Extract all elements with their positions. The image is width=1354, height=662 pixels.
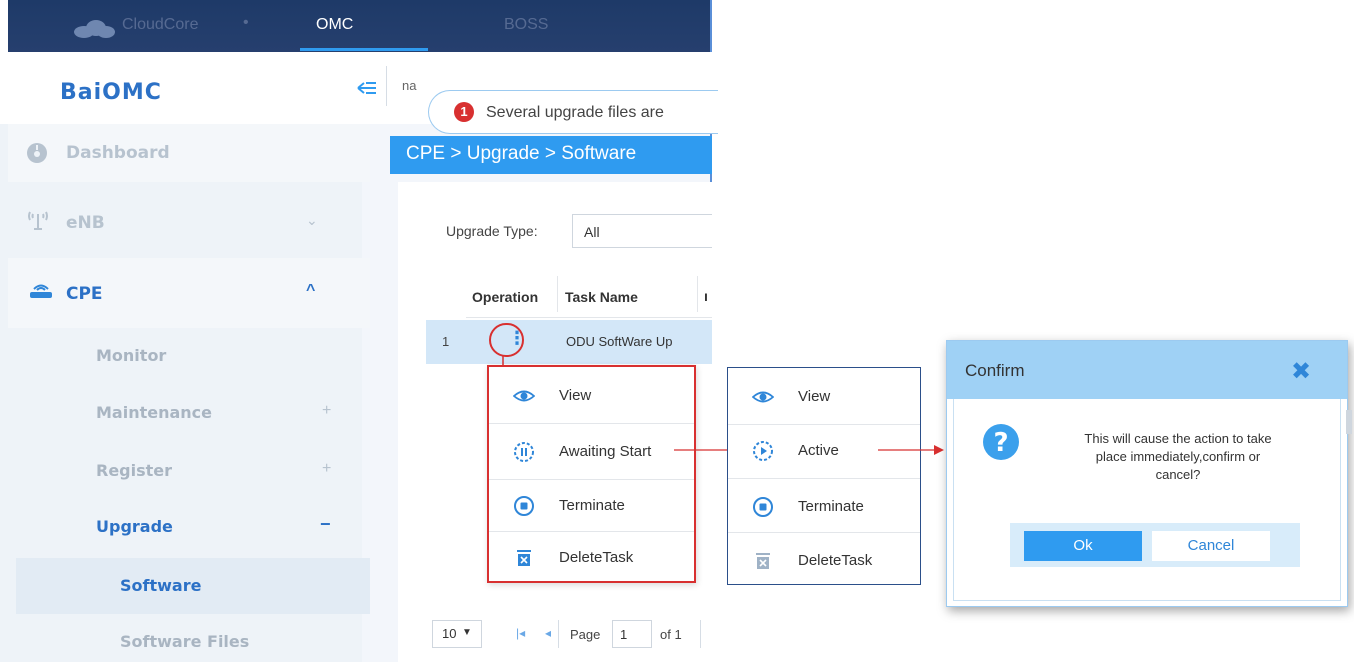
sidebar-label-register: Register <box>96 461 173 480</box>
dialog-header: Confirm ✖ <box>947 341 1347 399</box>
menu-label-view: View <box>798 388 831 405</box>
stop-circle-icon <box>752 496 774 518</box>
ok-button[interactable]: Ok <box>1024 531 1142 561</box>
chevron-down-icon: ⌄ <box>306 212 318 228</box>
collapse-marker-upgrade[interactable]: − <box>320 514 331 535</box>
sidebar-item-dashboard[interactable] <box>8 124 370 182</box>
notification-badge: 1 <box>454 102 474 122</box>
trash-icon <box>513 547 535 569</box>
breadcrumb-text: CPE > Upgrade > Software <box>406 143 637 164</box>
menu-label-delete-task: DeleteTask <box>559 549 634 566</box>
pager-divider <box>558 620 559 648</box>
dialog-body: ? This will cause the action to take pla… <box>953 399 1341 601</box>
upgrade-type-label: Upgrade Type: <box>446 223 538 239</box>
column-divider <box>557 276 558 312</box>
menu-label-delete-task: DeleteTask <box>798 552 873 569</box>
first-page-icon[interactable]: |◂ <box>516 626 525 640</box>
sidebar-item-upgrade[interactable] <box>8 500 370 554</box>
menu-label-awaiting-start: Awaiting Start <box>559 443 652 460</box>
scrollbar-fragment <box>1346 410 1352 434</box>
sidebar-label-maintenance: Maintenance <box>96 403 213 422</box>
menu-divider <box>728 532 920 533</box>
menu-label-active: Active <box>798 442 839 459</box>
collapse-sidebar-icon[interactable] <box>356 80 378 96</box>
highlight-circle <box>489 323 524 357</box>
sidebar-label-dashboard: Dashboard <box>66 143 170 163</box>
cloud-icon <box>72 20 116 38</box>
menu-item-delete-task[interactable]: DeleteTask <box>489 531 694 585</box>
pager-divider <box>700 620 701 648</box>
page-number-value: 1 <box>620 627 628 642</box>
row-task-name: ODU SoftWare Up <box>566 334 673 349</box>
eye-icon <box>751 386 775 408</box>
svg-text:?: ? <box>993 428 1008 458</box>
menu-divider <box>489 423 694 424</box>
page-total-label: of 1 <box>660 627 682 642</box>
cancel-button[interactable]: Cancel <box>1152 531 1270 561</box>
sidebar-item-monitor[interactable] <box>8 330 370 382</box>
dialog-message-line3: cancel? <box>1155 467 1201 482</box>
brand-dropdown-icon[interactable]: • <box>243 14 249 32</box>
arrow-right-icon <box>878 445 944 455</box>
row-action-menu: View Awaiting Start Terminate DeleteTask <box>487 365 696 583</box>
page-size-value: 10 <box>442 626 457 641</box>
column-header-task-name[interactable]: Task Name <box>565 289 638 305</box>
menu-item-view[interactable]: View <box>728 370 920 424</box>
pause-circle-icon <box>513 441 535 463</box>
page-number-input[interactable] <box>612 620 652 648</box>
expand-marker-maintenance[interactable]: + <box>322 402 331 420</box>
menu-item-terminate[interactable]: Terminate <box>728 480 920 534</box>
menu-label-view: View <box>559 387 592 404</box>
sidebar-label-software-files: Software Files <box>120 632 250 651</box>
dialog-title: Confirm <box>965 361 1025 380</box>
dialog-message-line2: place immediately,confirm or <box>1095 449 1261 464</box>
row-action-menu-active: View Active Terminate DeleteTask <box>727 367 921 585</box>
column-header-operation[interactable]: Operation <box>472 289 538 305</box>
menu-item-view[interactable]: View <box>489 369 694 423</box>
play-circle-icon <box>752 440 774 462</box>
row-index: 1 <box>442 334 450 349</box>
header-divider <box>386 66 387 106</box>
dialog-message-line1: This will cause the action to take <box>1084 431 1272 446</box>
column-header-truncated: ı <box>704 288 708 304</box>
app-logo-text: BaiOMC <box>60 80 162 105</box>
question-icon: ? <box>982 423 1020 461</box>
page-size-select[interactable] <box>432 620 482 648</box>
menu-label-terminate: Terminate <box>798 498 864 515</box>
active-tab-indicator <box>300 48 428 51</box>
upgrade-type-value: All <box>584 224 600 240</box>
confirm-dialog: Confirm ✖ ? This will cause the action t… <box>946 340 1348 607</box>
menu-item-awaiting-start[interactable]: Awaiting Start <box>489 425 694 479</box>
sidebar-label-upgrade: Upgrade <box>96 517 173 536</box>
tab-boss[interactable]: BOSS <box>504 16 548 34</box>
router-icon <box>28 280 54 300</box>
menu-item-terminate[interactable]: Terminate <box>489 479 694 533</box>
close-icon[interactable]: ✖ <box>1291 357 1311 386</box>
dashboard-icon <box>26 142 48 164</box>
column-divider <box>697 276 698 312</box>
eye-icon <box>512 385 536 407</box>
menu-label-terminate: Terminate <box>559 497 625 514</box>
notification-text: Several upgrade files are <box>486 104 664 121</box>
stop-circle-icon <box>513 495 535 517</box>
menu-item-delete-task[interactable]: DeleteTask <box>728 534 920 588</box>
dropdown-caret-icon: ▼ <box>462 627 472 638</box>
chevron-up-icon: ^ <box>306 282 316 299</box>
antenna-icon <box>26 210 50 230</box>
sidebar-item-register[interactable] <box>8 444 370 498</box>
breadcrumb: CPE > Upgrade > Software <box>390 136 712 174</box>
expand-marker-register[interactable]: + <box>322 460 331 478</box>
page-label: Page <box>570 627 601 642</box>
trash-icon <box>752 550 774 572</box>
brand-cloudcore[interactable]: CloudCore <box>122 16 198 34</box>
sidebar-item-cpe[interactable] <box>8 258 370 328</box>
prev-page-icon[interactable]: ◂ <box>545 626 551 640</box>
menu-divider <box>728 478 920 479</box>
sidebar-label-monitor: Monitor <box>96 346 167 365</box>
search-input-partial[interactable]: na <box>402 78 416 93</box>
tab-omc[interactable]: OMC <box>316 16 353 34</box>
sidebar-label-cpe: CPE <box>66 284 103 304</box>
sidebar-label-software: Software <box>120 576 202 595</box>
sidebar-label-enb: eNB <box>66 213 105 233</box>
